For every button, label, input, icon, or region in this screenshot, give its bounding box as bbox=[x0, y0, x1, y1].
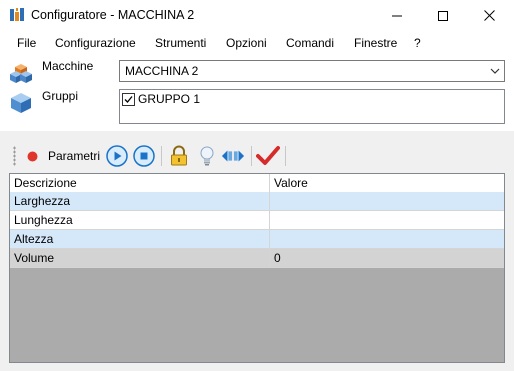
menu-strumenti[interactable]: Strumenti bbox=[155, 36, 206, 50]
lock-icon bbox=[171, 145, 187, 166]
title-bar: Configuratore - MACCHINA 2 bbox=[0, 0, 514, 31]
parameters-grid[interactable]: Descrizione Valore Larghezza Lunghezza A… bbox=[9, 173, 505, 363]
stop-button[interactable] bbox=[132, 144, 156, 168]
lightbulb-icon bbox=[200, 146, 214, 166]
menu-opzioni[interactable]: Opzioni bbox=[226, 36, 267, 50]
close-icon bbox=[483, 10, 495, 21]
row-descrizione: Lunghezza bbox=[10, 211, 270, 229]
column-header-descrizione[interactable]: Descrizione bbox=[10, 174, 270, 192]
table-row[interactable]: Lunghezza bbox=[10, 211, 504, 230]
toolbar-grip[interactable] bbox=[13, 146, 16, 166]
checkmark-icon bbox=[256, 146, 280, 165]
menu-configurazione[interactable]: Configurazione bbox=[55, 36, 136, 50]
stop-icon bbox=[133, 145, 155, 167]
split-arrows-icon bbox=[221, 150, 245, 162]
checkmark-small-icon bbox=[124, 96, 133, 103]
minimize-button[interactable] bbox=[374, 0, 420, 31]
toolbar-separator bbox=[285, 146, 286, 166]
row-descrizione: Volume bbox=[10, 249, 270, 267]
machines-selected: MACCHINA 2 bbox=[125, 64, 199, 78]
close-button[interactable] bbox=[466, 0, 512, 31]
machines-dropdown[interactable]: MACCHINA 2 bbox=[119, 60, 505, 82]
lock-button[interactable] bbox=[167, 144, 191, 168]
window-title: Configuratore - MACCHINA 2 bbox=[31, 8, 195, 22]
maximize-icon bbox=[438, 10, 448, 21]
row-descrizione: Larghezza bbox=[10, 192, 270, 210]
table-row[interactable]: Larghezza bbox=[10, 192, 504, 211]
grid-header: Descrizione Valore bbox=[10, 174, 504, 193]
menu-comandi[interactable]: Comandi bbox=[286, 36, 334, 50]
menu-file[interactable]: File bbox=[17, 36, 36, 50]
chevron-down-icon bbox=[490, 68, 500, 74]
minimize-icon bbox=[392, 15, 402, 16]
status-bar bbox=[0, 364, 514, 371]
split-arrows-button[interactable] bbox=[221, 144, 245, 168]
row-valore[interactable] bbox=[270, 211, 504, 229]
maximize-button[interactable] bbox=[420, 0, 466, 31]
play-button[interactable] bbox=[105, 144, 129, 168]
record-icon bbox=[27, 151, 38, 162]
row-descrizione: Altezza bbox=[10, 230, 270, 248]
toolbar-separator bbox=[251, 146, 252, 166]
lightbulb-button[interactable] bbox=[195, 144, 219, 168]
menu-bar: File Configurazione Strumenti Opzioni Co… bbox=[0, 33, 514, 53]
menu-finestre[interactable]: Finestre bbox=[354, 36, 397, 50]
play-icon bbox=[106, 145, 128, 167]
table-row[interactable]: Volume 0 bbox=[10, 249, 504, 268]
gruppo-1-label: GRUPPO 1 bbox=[138, 92, 201, 106]
app-icon bbox=[10, 8, 24, 21]
menu-help[interactable]: ? bbox=[414, 36, 421, 50]
row-valore[interactable] bbox=[270, 230, 504, 248]
parameters-toolbar: Parametri bbox=[10, 141, 410, 171]
groups-label: Gruppi bbox=[42, 89, 79, 103]
parameters-label: Parametri bbox=[48, 149, 101, 163]
groups-cube-icon bbox=[11, 93, 31, 113]
gruppo-1-checkbox[interactable] bbox=[122, 93, 135, 106]
machines-label: Macchine bbox=[42, 59, 94, 73]
toolbar-separator bbox=[161, 146, 162, 166]
groups-checklist[interactable]: GRUPPO 1 bbox=[119, 89, 505, 124]
row-valore: 0 bbox=[274, 251, 281, 265]
row-valore[interactable] bbox=[270, 192, 504, 210]
table-row[interactable]: Altezza bbox=[10, 230, 504, 249]
column-header-valore[interactable]: Valore bbox=[270, 174, 504, 192]
machines-cubes-icon bbox=[10, 64, 32, 83]
confirm-button[interactable] bbox=[256, 144, 280, 168]
